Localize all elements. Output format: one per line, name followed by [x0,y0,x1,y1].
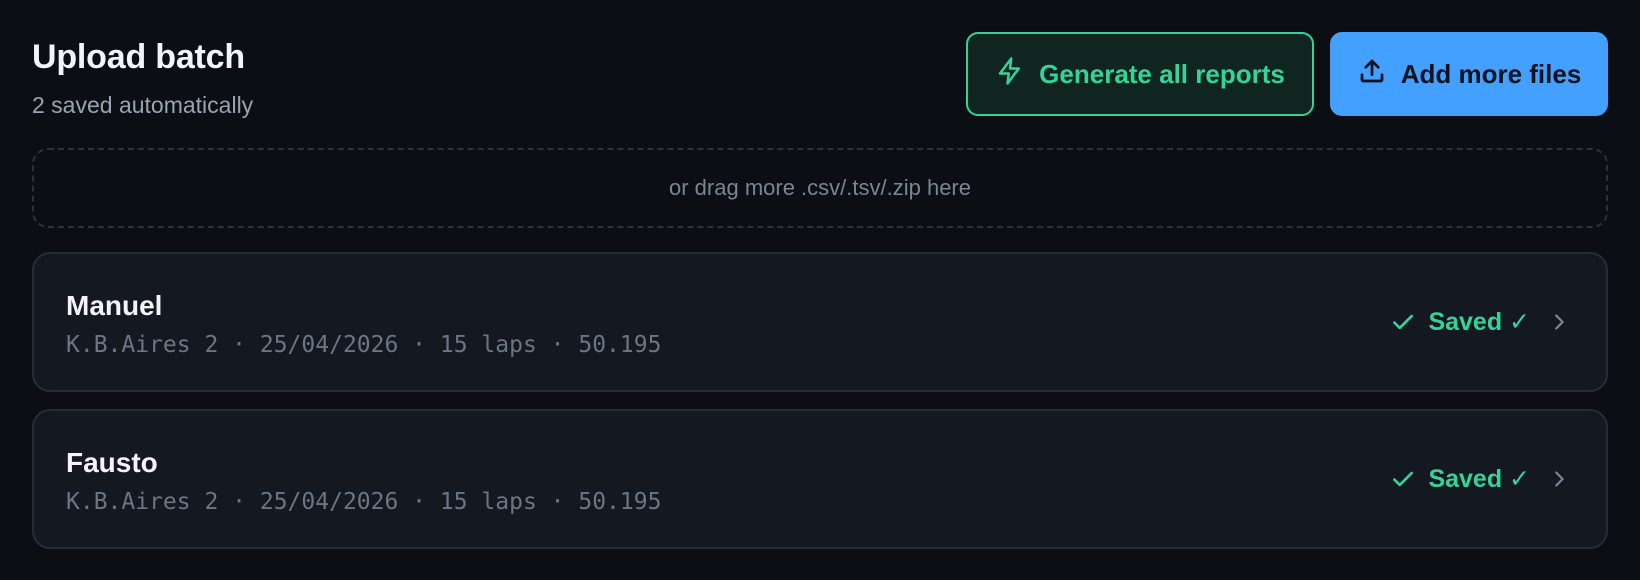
file-dropzone[interactable]: or drag more .csv/.tsv/.zip here [32,148,1608,228]
status-badge: Saved ✓ [1428,308,1530,336]
upload-batch-page: Upload batch 2 saved automatically Gener… [0,0,1640,580]
session-name: Fausto [66,447,158,478]
upload-icon [1357,56,1387,93]
session-status: Saved ✓ [1390,307,1570,337]
generate-all-reports-button[interactable]: Generate all reports [966,32,1314,116]
page-title: Upload batch [32,38,245,76]
page-subtitle: 2 saved automatically [32,92,254,118]
dropzone-hint: or drag more .csv/.tsv/.zip here [669,175,971,200]
session-name: Manuel [66,290,163,321]
session-meta: K.B.Aires 2 · 25/04/2026 · 15 laps · 50.… [66,332,662,358]
header-actions: Generate all reports Add more files [966,32,1608,116]
session-list: Manuel K.B.Aires 2 · 25/04/2026 · 15 lap… [32,252,1608,566]
check-icon [1390,309,1416,335]
lightning-icon [995,56,1025,93]
generate-all-reports-label: Generate all reports [1039,58,1285,89]
session-meta: K.B.Aires 2 · 25/04/2026 · 15 laps · 50.… [66,489,662,515]
session-status: Saved ✓ [1390,464,1570,494]
status-badge: Saved ✓ [1428,465,1530,493]
check-icon [1390,466,1416,492]
add-more-files-label: Add more files [1400,58,1582,89]
page-header: Upload batch 2 saved automatically Gener… [32,0,1608,145]
list-item[interactable]: Fausto K.B.Aires 2 · 25/04/2026 · 15 lap… [32,409,1608,549]
list-item[interactable]: Manuel K.B.Aires 2 · 25/04/2026 · 15 lap… [32,252,1608,392]
chevron-right-icon[interactable] [1548,466,1570,492]
chevron-right-icon[interactable] [1548,309,1570,335]
add-more-files-button[interactable]: Add more files [1330,32,1608,116]
